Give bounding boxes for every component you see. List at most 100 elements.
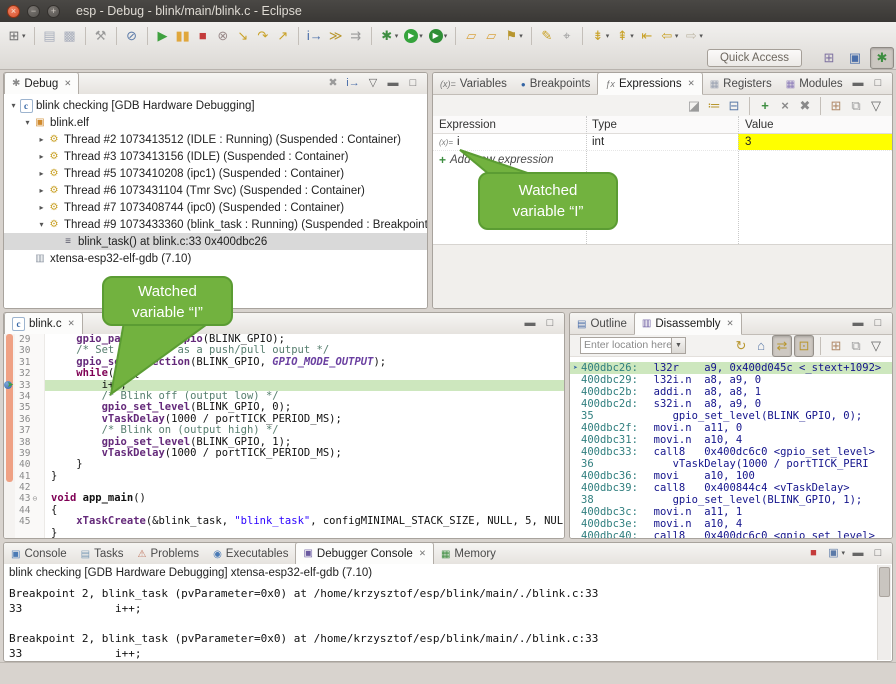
editor-line[interactable]: 43⊖void app_main() — [4, 493, 564, 504]
debug-tree-item[interactable]: ▸⚙Thread #6 1073431104 (Tmr Svc) (Suspen… — [4, 182, 427, 199]
tab-expressions[interactable]: ƒx Expressions ✕ — [597, 72, 702, 95]
code-line[interactable]: xTaskCreate(&blink_task, "blink_task", c… — [45, 516, 564, 527]
collapse-all-button[interactable]: ⊟ — [725, 96, 743, 116]
tree-expander-icon[interactable]: ▸ — [36, 135, 47, 144]
code-line[interactable]: } — [45, 528, 564, 538]
add-expression-button[interactable]: + — [756, 96, 774, 116]
search-button[interactable]: ⌖ — [558, 26, 576, 46]
disassembly-line[interactable]: 400dbc2b: addi.n a8, a8, 1 — [570, 386, 892, 398]
editor-line[interactable]: 39 vTaskDelay(1000 / portTICK_PERIOD_MS)… — [4, 448, 564, 459]
tab-problems[interactable]: ⚠ Problems — [131, 544, 207, 564]
cpp-perspective-button[interactable]: ▣ — [844, 48, 866, 68]
dropdown-arrow-icon[interactable]: ▾ — [444, 32, 448, 40]
instruction-stepping-button[interactable]: i→ — [305, 26, 325, 46]
follow-pc-button[interactable]: ⊡ — [794, 335, 814, 357]
tree-expander-icon[interactable]: ▾ — [36, 220, 47, 229]
column-value[interactable]: Value — [738, 116, 892, 133]
expressions-table-header[interactable]: Expression Type Value — [433, 116, 892, 134]
minimize-button[interactable]: ▬ — [521, 315, 539, 331]
view-menu-button[interactable]: ▽ — [867, 96, 885, 116]
column-type[interactable]: Type — [586, 119, 738, 131]
trace-control-button[interactable]: ⇉ — [347, 26, 365, 46]
open-new-view-button[interactable]: ⧉ — [847, 336, 865, 356]
disassembly-line[interactable]: 36 vTaskDelay(1000 / portTICK_PERI — [570, 458, 892, 470]
code-line[interactable]: } — [45, 459, 564, 470]
view-menu-button[interactable]: ▽ — [364, 75, 382, 91]
build-button[interactable]: ⚒ — [92, 26, 110, 46]
remove-expression-button[interactable]: × — [776, 96, 794, 116]
debug-tree-item[interactable]: ▸⚙Thread #3 1073413156 (IDLE) (Suspended… — [4, 148, 427, 165]
refresh-button[interactable]: ↻ — [732, 336, 750, 356]
tab-variables[interactable]: (x)= Variables — [433, 74, 514, 94]
tab-disassembly[interactable]: ▥ Disassembly ✕ — [634, 312, 742, 335]
remove-all-terminated-button[interactable]: ✖ — [324, 75, 342, 91]
editor-line[interactable]: 40 } — [4, 459, 564, 470]
debug-tree-item[interactable]: ▸⚙Thread #7 1073408744 (ipc0) (Suspended… — [4, 199, 427, 216]
run-button[interactable]: ▶▾ — [402, 26, 425, 46]
quick-access-button[interactable]: Quick Access — [707, 49, 802, 67]
dropdown-arrow-icon[interactable]: ▾ — [22, 32, 26, 40]
disassembly-line[interactable]: 35 gpio_set_level(BLINK_GPIO, 0); — [570, 410, 892, 422]
disassembly-line[interactable]: 400dbc31: movi.n a10, 4 — [570, 434, 892, 446]
expression-detail-pane[interactable] — [433, 244, 892, 308]
minimize-button[interactable]: ▬ — [849, 315, 867, 331]
column-expression[interactable]: Expression — [433, 119, 586, 131]
disassembly-line[interactable]: 400dbc3c: movi.n a11, 1 — [570, 506, 892, 518]
tab-console[interactable]: ▣ Console — [4, 544, 74, 564]
window-maximize-button[interactable]: + — [47, 5, 60, 18]
console-scrollbar[interactable] — [877, 565, 891, 660]
annotation-ruler[interactable] — [4, 528, 15, 538]
sync-active-context-button[interactable]: ⇄ — [772, 335, 792, 357]
disassembly-line[interactable]: 400dbc39: call8 0x400844c4 <vTaskDelay> — [570, 482, 892, 494]
maximize-button[interactable]: □ — [541, 315, 559, 331]
annotation-ruler[interactable] — [4, 493, 15, 504]
dropdown-arrow-icon[interactable]: ▾ — [630, 32, 634, 40]
disassembly-line[interactable]: 400dbc33: call8 0x400dc6c0 <gpio_set_lev… — [570, 446, 892, 458]
tab-debug[interactable]: ✱ Debug ✕ — [4, 72, 79, 95]
disassembly-line[interactable]: 400dbc3e: movi.n a10, 4 — [570, 518, 892, 530]
disassembly-line[interactable]: ➤400dbc26: l32r a9, 0x400d045c <_stext+1… — [570, 362, 892, 374]
suspend-button[interactable]: ▮▮ — [174, 26, 192, 46]
tree-expander-icon[interactable]: ▸ — [36, 203, 47, 212]
minimize-button[interactable]: ▬ — [849, 75, 867, 91]
tab-modules[interactable]: ▦ Modules — [779, 74, 850, 94]
close-icon[interactable]: ✕ — [68, 318, 75, 329]
last-edit-location-button[interactable]: ⇤ — [638, 26, 656, 46]
resume-button[interactable]: ▶ — [154, 26, 172, 46]
editor-line[interactable]: 41} — [4, 471, 564, 482]
debug-tree-item[interactable]: ≡blink_task() at blink.c:33 0x400dbc26 — [4, 233, 427, 250]
show-type-names-button[interactable]: ◪ — [685, 96, 703, 116]
tree-expander-icon[interactable]: ▾ — [22, 118, 33, 127]
tree-expander-icon[interactable]: ▸ — [36, 169, 47, 178]
tree-expander-icon[interactable]: ▸ — [36, 186, 47, 195]
close-icon[interactable]: ✕ — [64, 78, 71, 89]
dropdown-arrow-icon[interactable]: ▾ — [841, 549, 845, 557]
maximize-button[interactable]: □ — [404, 75, 422, 91]
disassembly-line[interactable]: 400dbc36: movi a10, 100 — [570, 470, 892, 482]
window-close-button[interactable]: × — [7, 5, 20, 18]
minimize-button[interactable]: ▬ — [849, 545, 867, 561]
tab-debugger-console[interactable]: ▣ Debugger Console ✕ — [295, 542, 433, 565]
new-view-button[interactable]: ⊞ — [827, 96, 845, 116]
disassembly-listing[interactable]: ➤400dbc26: l32r a9, 0x400d045c <_stext+1… — [570, 360, 892, 538]
debug-configurations-button[interactable]: ⚑▾ — [502, 26, 525, 46]
remove-all-expressions-button[interactable]: ✖ — [796, 96, 814, 116]
open-perspective-button[interactable]: ⊞ — [818, 48, 840, 68]
breakpoint-marker-icon[interactable]: ➤ — [4, 380, 16, 391]
back-button[interactable]: ⇦▾ — [658, 26, 681, 46]
view-menu-button[interactable]: ▽ — [867, 336, 885, 356]
dropdown-arrow-icon[interactable]: ▾ — [419, 32, 423, 40]
tab-tasks[interactable]: ▤ Tasks — [74, 544, 131, 564]
tab-memory[interactable]: ▦ Memory — [434, 544, 503, 564]
dropdown-arrow-icon[interactable]: ▾ — [395, 32, 399, 40]
location-input[interactable]: Enter location here — [580, 337, 672, 354]
open-new-view-button[interactable]: ⧉ — [847, 96, 865, 116]
open-element-button[interactable]: ▱ — [462, 26, 480, 46]
scrollbar-thumb[interactable] — [879, 567, 890, 597]
dropdown-arrow-icon[interactable]: ▾ — [699, 32, 703, 40]
annotation-ruler[interactable] — [4, 482, 15, 493]
save-all-button[interactable]: ▩ — [61, 26, 79, 46]
next-annotation-button[interactable]: ⇟▾ — [589, 26, 612, 46]
step-into-button[interactable]: ↘ — [234, 26, 252, 46]
debug-tree-item[interactable]: ▾▣blink.elf — [4, 114, 427, 131]
